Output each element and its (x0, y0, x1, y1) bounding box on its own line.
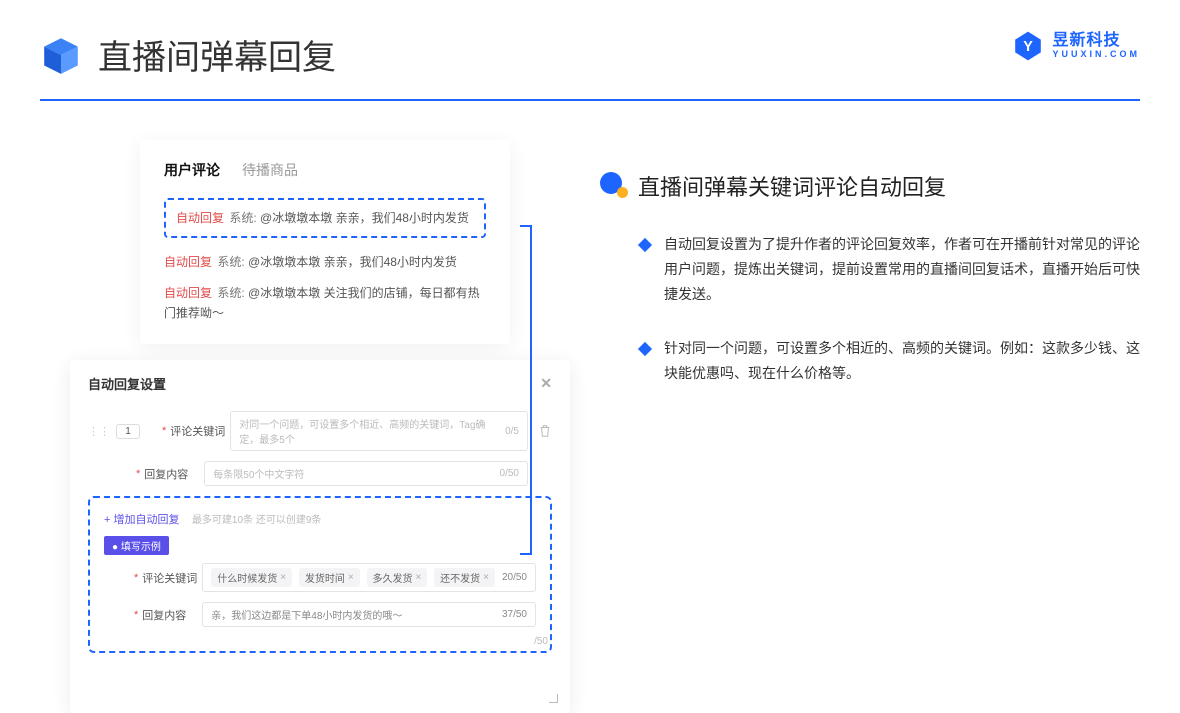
cube-logo-icon (40, 34, 82, 76)
comment-text: @冰墩墩本墩 亲亲，我们48小时内发货 (248, 255, 457, 269)
comment-row: 自动回复 系统: @冰墩墩本墩 关注我们的店铺，每日都有热门推荐呦～ (164, 283, 486, 324)
settings-card: 自动回复设置 ✕ ⋮⋮ 1 * 评论关键词 对同一个问题，可设置多个相近、高频的… (70, 360, 570, 713)
example-pill: ● 填写示例 (104, 536, 169, 555)
brand-logo-icon: Y (1012, 30, 1044, 62)
resize-handle-icon[interactable] (544, 689, 558, 703)
comment-row: 自动回复 系统: @冰墩墩本墩 亲亲，我们48小时内发货 (164, 252, 486, 272)
settings-title: 自动回复设置 (88, 374, 166, 393)
diamond-icon (638, 341, 652, 355)
brand-sub: YUUXIN.COM (1052, 50, 1140, 60)
example-row-keyword: * 评论关键词 什么时候发货× 发货时间× 多久发货× 还不发货× 20/50 (104, 563, 536, 592)
svg-text:Y: Y (1024, 39, 1034, 55)
tag-chip[interactable]: 多久发货× (367, 568, 428, 587)
add-reply-link[interactable]: + 增加自动回复 (104, 514, 179, 526)
form-row-keyword: ⋮⋮ 1 * 评论关键词 对同一个问题，可设置多个相近、高频的关键词，Tag确定… (88, 411, 552, 451)
auto-reply-badge: 自动回复 (164, 286, 212, 300)
add-tip: 最多可建10条 还可以创建9条 (192, 515, 321, 526)
tab-user-comments[interactable]: 用户评论 (164, 160, 220, 180)
brand-name: 昱新科技 (1052, 32, 1140, 50)
comment-tabs: 用户评论 待播商品 (164, 160, 486, 180)
header: 直播间弹幕回复 (0, 0, 1180, 89)
tag-chip[interactable]: 什么时候发货× (211, 568, 292, 587)
auto-reply-badge: 自动回复 (164, 255, 212, 269)
tag-chip[interactable]: 发货时间× (299, 568, 360, 587)
content-input[interactable]: 每条限50个中文字符 0/50 (204, 461, 528, 486)
system-label: 系统: (217, 286, 244, 300)
drag-icon[interactable]: ⋮⋮ (88, 425, 110, 438)
tab-pending-goods[interactable]: 待播商品 (242, 160, 298, 180)
system-label: 系统: (229, 211, 256, 225)
tag-chip[interactable]: 还不发货× (434, 568, 495, 587)
bullet-item: 自动回复设置为了提升作者的评论回复效率，作者可在开播前针对常见的评论用户问题，提… (600, 232, 1140, 308)
order-number: 1 (116, 424, 140, 439)
required-star: * (162, 425, 166, 437)
bullet-item: 针对同一个问题，可设置多个相近的、高频的关键词。例如：这款多少钱、这块能优惠吗、… (600, 336, 1140, 386)
connector-line (520, 225, 532, 227)
required-star: * (136, 468, 140, 480)
page-title: 直播间弹幕回复 (98, 30, 336, 79)
keyword-input[interactable]: 对同一个问题，可设置多个相近、高频的关键词，Tag确定，最多5个 0/5 (230, 411, 528, 451)
system-label: 系统: (217, 255, 244, 269)
field-label: 回复内容 (144, 466, 204, 482)
header-divider (40, 99, 1140, 101)
delete-icon[interactable] (538, 424, 552, 438)
example-row-content: * 回复内容 亲，我们这边都是下单48小时内发货的哦～ 37/50 (104, 602, 536, 627)
auto-reply-badge: 自动回复 (176, 211, 224, 225)
field-label: 评论关键词 (170, 423, 230, 439)
bullet-dot-icon (600, 172, 628, 200)
comment-text: @冰墩墩本墩 亲亲，我们48小时内发货 (260, 211, 469, 225)
example-box: + 增加自动回复 最多可建10条 还可以创建9条 ● 填写示例 * 评论关键词 … (88, 496, 552, 653)
bottom-count: /50 (534, 636, 548, 647)
example-keyword-input[interactable]: 什么时候发货× 发货时间× 多久发货× 还不发货× 20/50 (202, 563, 536, 592)
comments-card: 用户评论 待播商品 自动回复 系统: @冰墩墩本墩 亲亲，我们48小时内发货 自… (140, 140, 510, 344)
section-title: 直播间弹幕关键词评论自动回复 (600, 170, 1140, 202)
form-row-content: * 回复内容 每条限50个中文字符 0/50 (88, 461, 552, 486)
brand: Y 昱新科技 YUUXIN.COM (1012, 30, 1140, 62)
close-icon[interactable]: ✕ (540, 375, 552, 392)
example-content-input[interactable]: 亲，我们这边都是下单48小时内发货的哦～ 37/50 (202, 602, 536, 627)
diamond-icon (638, 238, 652, 252)
highlighted-comment: 自动回复 系统: @冰墩墩本墩 亲亲，我们48小时内发货 (164, 198, 486, 238)
right-panel: 直播间弹幕关键词评论自动回复 自动回复设置为了提升作者的评论回复效率，作者可在开… (600, 170, 1140, 414)
